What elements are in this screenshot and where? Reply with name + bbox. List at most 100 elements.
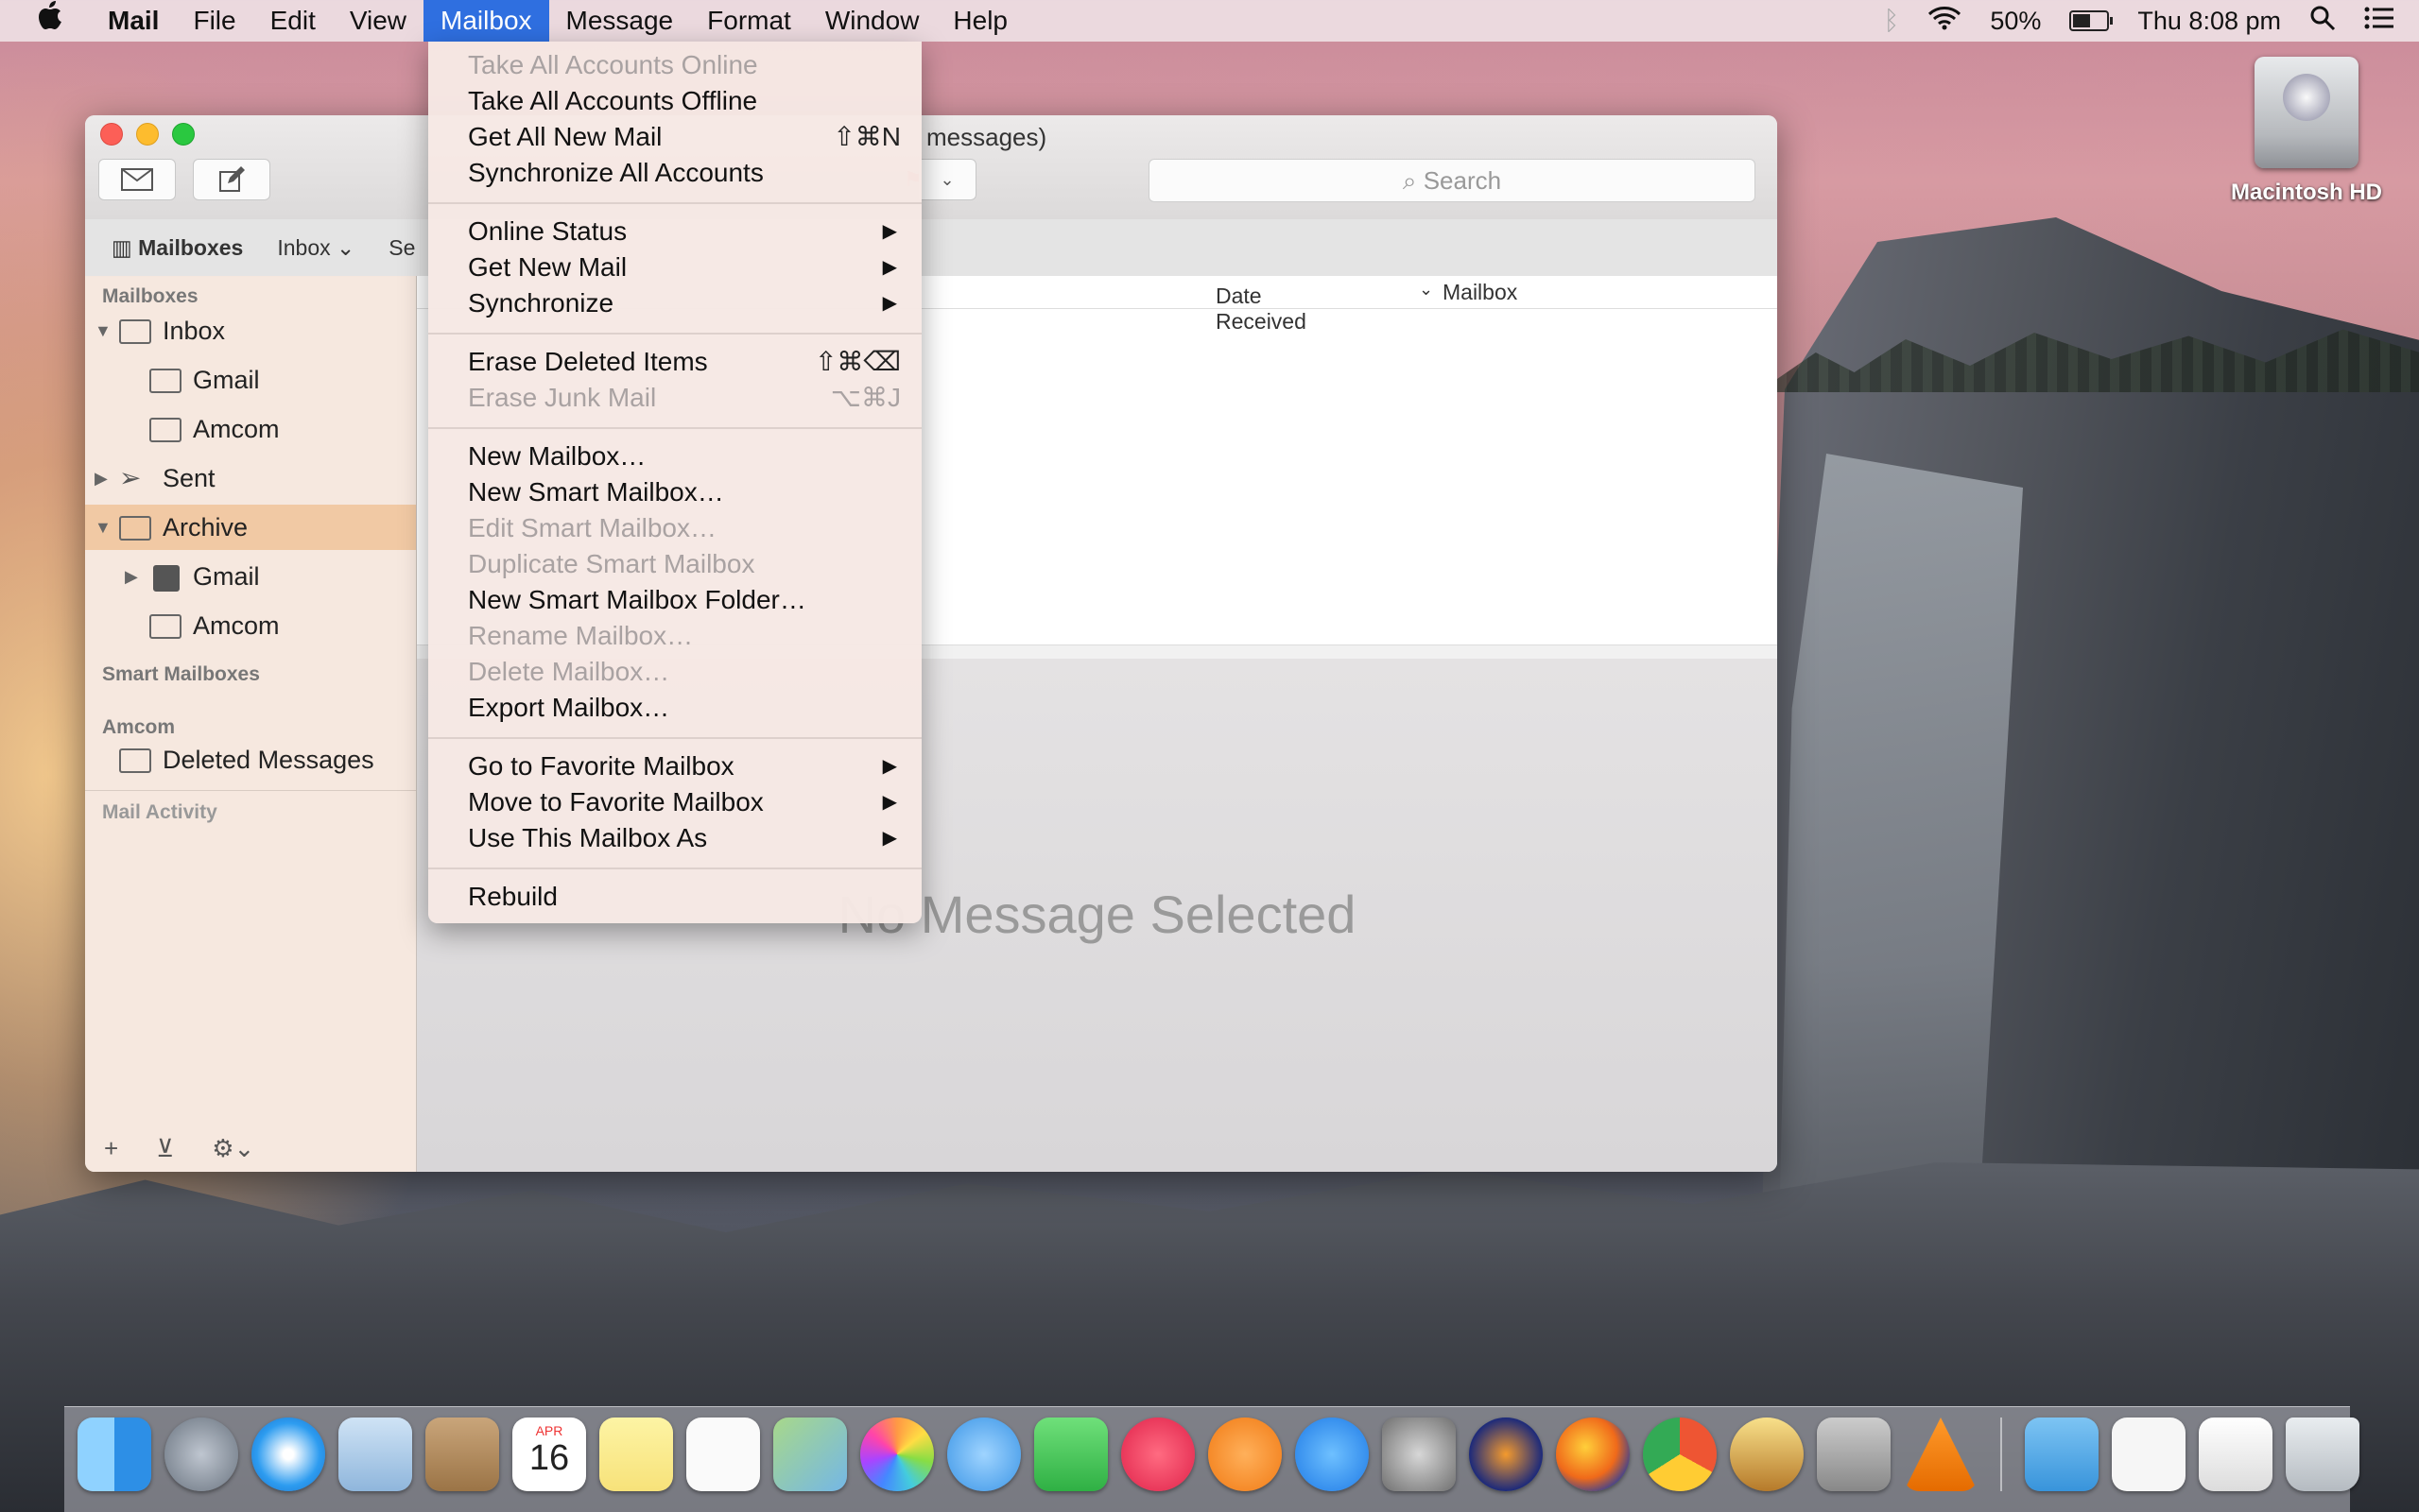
sidebar-item-inbox-gmail[interactable]: Gmail [85, 357, 416, 403]
sidebar-item-deleted-messages[interactable]: Deleted Messages [85, 737, 416, 782]
menu-mailbox[interactable]: Mailbox [423, 0, 549, 42]
minimize-button[interactable] [136, 123, 159, 146]
notes-icon[interactable] [599, 1418, 673, 1491]
sidebar-item-inbox[interactable]: ▼ Inbox [85, 308, 416, 353]
sidebar-item-inbox-amcom[interactable]: Amcom [85, 406, 416, 452]
get-mail-button[interactable] [98, 159, 176, 200]
apple-menu-icon[interactable] [0, 0, 91, 42]
menu-item-duplicate-smart-mailbox[interactable]: Duplicate Smart Mailbox [428, 546, 922, 582]
system-preferences-icon[interactable] [1382, 1418, 1456, 1491]
submenu-arrow-icon: ▶ [882, 293, 897, 314]
facetime-icon[interactable] [1034, 1418, 1108, 1491]
menu-item-edit-smart-mailbox[interactable]: Edit Smart Mailbox… [428, 510, 922, 546]
sidebar-item-archive-gmail[interactable]: ▶ Gmail [85, 554, 416, 599]
menu-item-erase-junk[interactable]: Erase Junk Mail ⌥⌘J [428, 380, 922, 416]
menu-item-label: Get New Mail [468, 252, 628, 282]
close-button[interactable] [100, 123, 123, 146]
menu-item-use-mailbox-as[interactable]: Use This Mailbox As ▶ [428, 820, 922, 856]
cocktail-icon[interactable] [1730, 1418, 1804, 1491]
gear-icon[interactable]: ⚙⌄ [212, 1134, 254, 1163]
downloads-stack-icon[interactable] [2199, 1418, 2272, 1491]
mailboxes-toggle[interactable]: ▥ Mailboxes [85, 235, 260, 261]
contacts-icon[interactable] [425, 1418, 499, 1491]
menu-item-new-mailbox[interactable]: New Mailbox… [428, 438, 922, 474]
calendar-day: 16 [528, 1438, 570, 1478]
column-mailbox[interactable]: Mailbox [1443, 280, 1517, 305]
menubar-clock[interactable]: Thu 8:08 pm [2137, 7, 2281, 36]
flag-button[interactable]: ⚑ ⌄ [904, 159, 976, 200]
app-store-icon[interactable] [1295, 1418, 1369, 1491]
battery-icon[interactable] [2069, 10, 2114, 31]
menu-item-erase-deleted[interactable]: Erase Deleted Items ⇧⌘⌫ [428, 344, 922, 380]
menu-item-delete-mailbox[interactable]: Delete Mailbox… [428, 654, 922, 690]
menu-bar: Mail File Edit View Mailbox Message Form… [0, 0, 2419, 42]
ibooks-icon[interactable] [1208, 1418, 1282, 1491]
notification-center-icon[interactable] [2364, 6, 2394, 37]
vlc-icon[interactable] [1904, 1418, 1978, 1491]
add-mailbox-button[interactable]: + [104, 1134, 118, 1163]
itunes-icon[interactable] [1121, 1418, 1195, 1491]
menu-item-rebuild[interactable]: Rebuild [428, 879, 922, 915]
menu-item-get-new-mail[interactable]: Get New Mail ▶ [428, 249, 922, 285]
disclosure-triangle-icon[interactable]: ▼ [95, 308, 112, 353]
sidebar-item-archive[interactable]: ▼ Archive [85, 505, 416, 550]
bluetooth-icon[interactable]: ᛒ [1884, 6, 1900, 36]
search-input[interactable]: ⌕ Search [1149, 159, 1755, 202]
menu-window[interactable]: Window [808, 0, 937, 42]
menu-item-online-status[interactable]: Online Status ▶ [428, 214, 922, 249]
menu-item-export-mailbox[interactable]: Export Mailbox… [428, 690, 922, 726]
folder-icon[interactable] [2025, 1418, 2099, 1491]
chrome-icon[interactable] [1643, 1418, 1717, 1491]
calendar-icon[interactable]: APR 16 [512, 1418, 586, 1491]
menu-item-rename-mailbox[interactable]: Rename Mailbox… [428, 618, 922, 654]
wifi-icon[interactable] [1927, 6, 1961, 37]
menu-item-take-all-online[interactable]: Take All Accounts Online [428, 47, 922, 83]
favorite-inbox[interactable]: Inbox ⌄ [260, 235, 371, 261]
mail-activity-header[interactable]: Mail Activity [102, 801, 217, 824]
launchpad-icon[interactable] [164, 1418, 238, 1491]
trash-icon[interactable] [2286, 1418, 2359, 1491]
chevron-down-icon[interactable]: ⌄ [1419, 280, 1433, 300]
menu-item-take-all-offline[interactable]: Take All Accounts Offline [428, 83, 922, 119]
mail-icon[interactable] [338, 1418, 412, 1491]
compose-button[interactable] [193, 159, 270, 200]
sidebar-header-mailboxes[interactable]: Mailboxes [102, 285, 199, 308]
disclosure-triangle-icon[interactable]: ▶ [95, 455, 108, 501]
menu-item-synchronize[interactable]: Synchronize ▶ [428, 285, 922, 321]
sidebar-item-archive-amcom[interactable]: Amcom [85, 603, 416, 648]
menu-item-new-smart-mailbox[interactable]: New Smart Mailbox… [428, 474, 922, 510]
menu-view[interactable]: View [333, 0, 423, 42]
sidebar-item-sent[interactable]: ▶ ➢ Sent [85, 455, 416, 501]
menu-message[interactable]: Message [549, 0, 691, 42]
menu-item-move-to-favorite[interactable]: Move to Favorite Mailbox ▶ [428, 784, 922, 820]
menu-app-mail[interactable]: Mail [91, 0, 176, 42]
finder-icon[interactable] [78, 1418, 151, 1491]
reminders-icon[interactable] [686, 1418, 760, 1491]
sidebar-header-smart[interactable]: Smart Mailboxes [102, 663, 260, 686]
firefox-icon[interactable] [1556, 1418, 1630, 1491]
favorite-sent[interactable]: Se [371, 235, 432, 261]
menu-item-go-to-favorite[interactable]: Go to Favorite Mailbox ▶ [428, 748, 922, 784]
maps-icon[interactable] [773, 1418, 847, 1491]
menu-file[interactable]: File [176, 0, 252, 42]
menu-edit[interactable]: Edit [253, 0, 333, 42]
disclosure-triangle-icon[interactable]: ▼ [95, 505, 112, 550]
menu-help[interactable]: Help [936, 0, 1025, 42]
messages-icon[interactable] [947, 1418, 1021, 1491]
battery-percentage[interactable]: 50% [1990, 7, 2041, 36]
script-editor-icon[interactable] [1817, 1418, 1891, 1491]
disclosure-triangle-icon[interactable]: ▶ [125, 554, 138, 599]
macintosh-hd-icon[interactable]: Macintosh HD [2221, 57, 2392, 206]
spotlight-icon[interactable] [2309, 5, 2336, 38]
menu-item-sync-all-accounts[interactable]: Synchronize All Accounts [428, 155, 922, 191]
menu-item-new-smart-mailbox-folder[interactable]: New Smart Mailbox Folder… [428, 582, 922, 618]
audacity-icon[interactable] [1469, 1418, 1543, 1491]
inbox-tray-icon[interactable]: ⊻ [156, 1134, 174, 1163]
menu-format[interactable]: Format [690, 0, 808, 42]
document-icon[interactable] [2112, 1418, 2186, 1491]
safari-icon[interactable] [251, 1418, 325, 1491]
menu-item-get-all-new-mail[interactable]: Get All New Mail ⇧⌘N [428, 119, 922, 155]
photos-icon[interactable] [860, 1418, 934, 1491]
sidebar-header-amcom[interactable]: Amcom [102, 716, 175, 739]
zoom-button[interactable] [172, 123, 195, 146]
